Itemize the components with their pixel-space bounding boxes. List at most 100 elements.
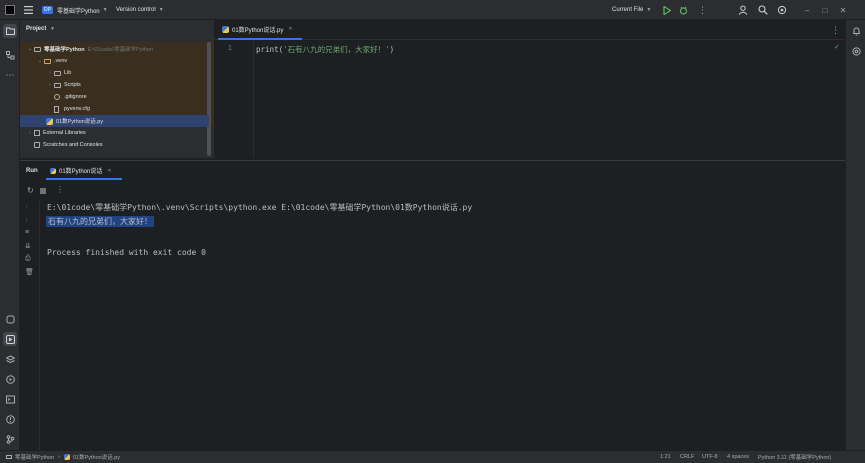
indent-setting[interactable]: 4 spaces (727, 451, 749, 463)
chevron-down-icon: ⌄ (27, 46, 33, 52)
tree-item-main-file[interactable]: 01数Python说话.py (20, 115, 209, 127)
project-tool-icon[interactable] (3, 24, 17, 38)
terminal-icon[interactable] (3, 392, 17, 406)
inspection-ok-icon[interactable]: ✓ (834, 43, 840, 51)
python-packages-icon[interactable] (3, 312, 17, 326)
chevron-down-icon: ▼ (646, 7, 652, 13)
chevron-down-icon: ▼ (158, 7, 164, 13)
editor-options-icon[interactable]: ⋮ (831, 25, 840, 36)
tree-item-label: pyvenv.cfg (64, 106, 90, 112)
tree-item-label: Scripts (64, 82, 81, 88)
problems-icon[interactable] (3, 412, 17, 426)
services-icon[interactable] (3, 372, 17, 386)
project-badge: DP (42, 6, 53, 14)
tree-item-lib[interactable]: › Lib (20, 67, 214, 79)
interpreter-selector[interactable]: Python 3.11 (零基础学Python) (758, 451, 831, 463)
breadcrumb-root: 零基础学Python (15, 455, 55, 461)
python-file-icon (63, 454, 70, 460)
run-icon[interactable] (663, 0, 671, 20)
python-file-icon (50, 167, 56, 174)
vcs-label: Version control (116, 7, 156, 13)
line-separator[interactable]: CRLF (680, 451, 694, 463)
run-tab[interactable]: 01数Python说话 ✕ (46, 163, 122, 180)
settings-icon[interactable] (777, 0, 787, 20)
maximize-icon[interactable]: □ (818, 3, 832, 17)
ai-assistant-icon[interactable] (849, 44, 863, 58)
library-icon (34, 130, 40, 136)
scroll-down-icon[interactable]: ↓ (25, 217, 28, 223)
project-name: 零基础学Python (56, 8, 100, 15)
chevron-down-icon: ▼ (50, 26, 55, 32)
project-panel-title: Project (26, 26, 47, 32)
tree-item-label: External Libraries (43, 130, 86, 136)
scroll-up-icon[interactable]: ↑ (25, 205, 28, 211)
breadcrumb[interactable]: 零基础学Python › 01数Python说话.py (6, 451, 120, 463)
search-icon[interactable] (758, 0, 768, 20)
tree-item-gitignore[interactable]: .gitignore (20, 91, 214, 103)
editor-tab-label: 01数Python说话.py (232, 27, 284, 34)
rerun-icon[interactable]: ↻ (27, 186, 34, 195)
tree-item-path: E:\01code\零基础学Python (87, 47, 154, 53)
code-text: print('石有八九的兄弟们，大家好！') (256, 45, 395, 54)
run-panel: Run 01数Python说话 ✕ ↻ ⋮ ↑ ↓ ≡ ⇊ ⎙ 🗑 E:\01c… (20, 160, 845, 451)
close-icon[interactable]: ✕ (836, 3, 850, 17)
folder-icon (6, 455, 12, 459)
chevron-right-icon: › (58, 454, 60, 460)
git-icon[interactable] (3, 432, 17, 446)
more-actions-icon[interactable]: ⋮ (56, 185, 64, 194)
main-menu-icon[interactable] (24, 0, 33, 20)
chevron-right-icon: › (49, 82, 51, 88)
breadcrumb-file: 01数Python说话.py (72, 455, 121, 461)
stop-icon[interactable] (40, 188, 46, 194)
tree-item-label: Lib (64, 70, 72, 76)
more-tools-icon[interactable]: ⋯ (3, 68, 17, 82)
config-file-icon (54, 105, 59, 113)
scroll-to-end-icon[interactable]: ⇊ (25, 242, 31, 250)
project-panel-header[interactable]: Project ▼ (26, 26, 55, 32)
print-icon[interactable]: ⎙ (25, 255, 31, 263)
ignore-file-icon (54, 94, 60, 100)
minimize-icon[interactable]: – (800, 3, 814, 17)
run-tab-label: 01数Python说话 (59, 169, 103, 175)
title-bar: DP 零基础学Python ▼ Version control ▼ Curren… (0, 0, 865, 20)
tree-item-external-libraries[interactable]: › External Libraries (20, 127, 214, 139)
file-encoding[interactable]: UTF-8 (702, 451, 718, 463)
tree-item-scripts[interactable]: › Scripts (20, 79, 214, 91)
app-logo-icon[interactable] (5, 0, 15, 20)
structure-tool-icon[interactable] (3, 48, 17, 62)
folder-icon (54, 70, 61, 76)
soft-wrap-icon[interactable]: ≡ (25, 229, 29, 236)
caret-position[interactable]: 1:21 (660, 451, 671, 463)
trash-icon[interactable]: 🗑 (25, 268, 34, 276)
account-icon[interactable] (738, 0, 748, 20)
tree-item-pyvenv[interactable]: pyvenv.cfg (20, 103, 214, 115)
tree-item-root[interactable]: ⌄ 零基础学Python E:\01code\零基础学Python (20, 43, 214, 55)
run-divider (39, 201, 40, 451)
layers-icon[interactable] (3, 352, 17, 366)
tree-item-label: .gitignore (64, 94, 87, 100)
python-file-icon (222, 25, 229, 33)
folder-icon (44, 58, 51, 64)
editor (214, 20, 845, 158)
editor-tab[interactable]: 01数Python说话.py ✕ (218, 20, 302, 40)
debug-icon[interactable] (679, 0, 688, 20)
tree-item-venv[interactable]: ⌄ .venv (20, 55, 214, 67)
string-literal: '石有八九的兄弟们，大家好！' (283, 45, 390, 54)
code-line[interactable]: print('石有八九的兄弟们，大家好！') (256, 44, 394, 55)
run-panel-title: Run (26, 168, 38, 174)
tree-item-scratches[interactable]: Scratches and Consoles (20, 139, 214, 151)
run-config-selector[interactable]: Current File ▼ (612, 0, 651, 20)
run-config-label: Current File (612, 7, 644, 13)
notifications-icon[interactable] (849, 24, 863, 38)
vcs-selector[interactable]: Version control ▼ (116, 0, 164, 20)
project-panel: Project ▼ ⌄ 零基础学Python E:\01code\零基础学Pyt… (20, 20, 214, 158)
close-tab-icon[interactable]: ✕ (107, 168, 111, 174)
console-output-selected: 石有八九的兄弟们，大家好！ (46, 216, 154, 227)
more-actions-icon[interactable]: ⋮ (698, 0, 707, 20)
console-exit-message: Process finished with exit code 0 (47, 248, 206, 257)
tree-item-label: 01数Python说话.py (56, 119, 104, 125)
project-selector[interactable]: DP 零基础学Python ▼ (42, 0, 108, 20)
close-tab-icon[interactable]: ✕ (288, 26, 292, 32)
chevron-down-icon: ⌄ (37, 58, 43, 64)
run-tool-icon[interactable] (3, 332, 17, 346)
